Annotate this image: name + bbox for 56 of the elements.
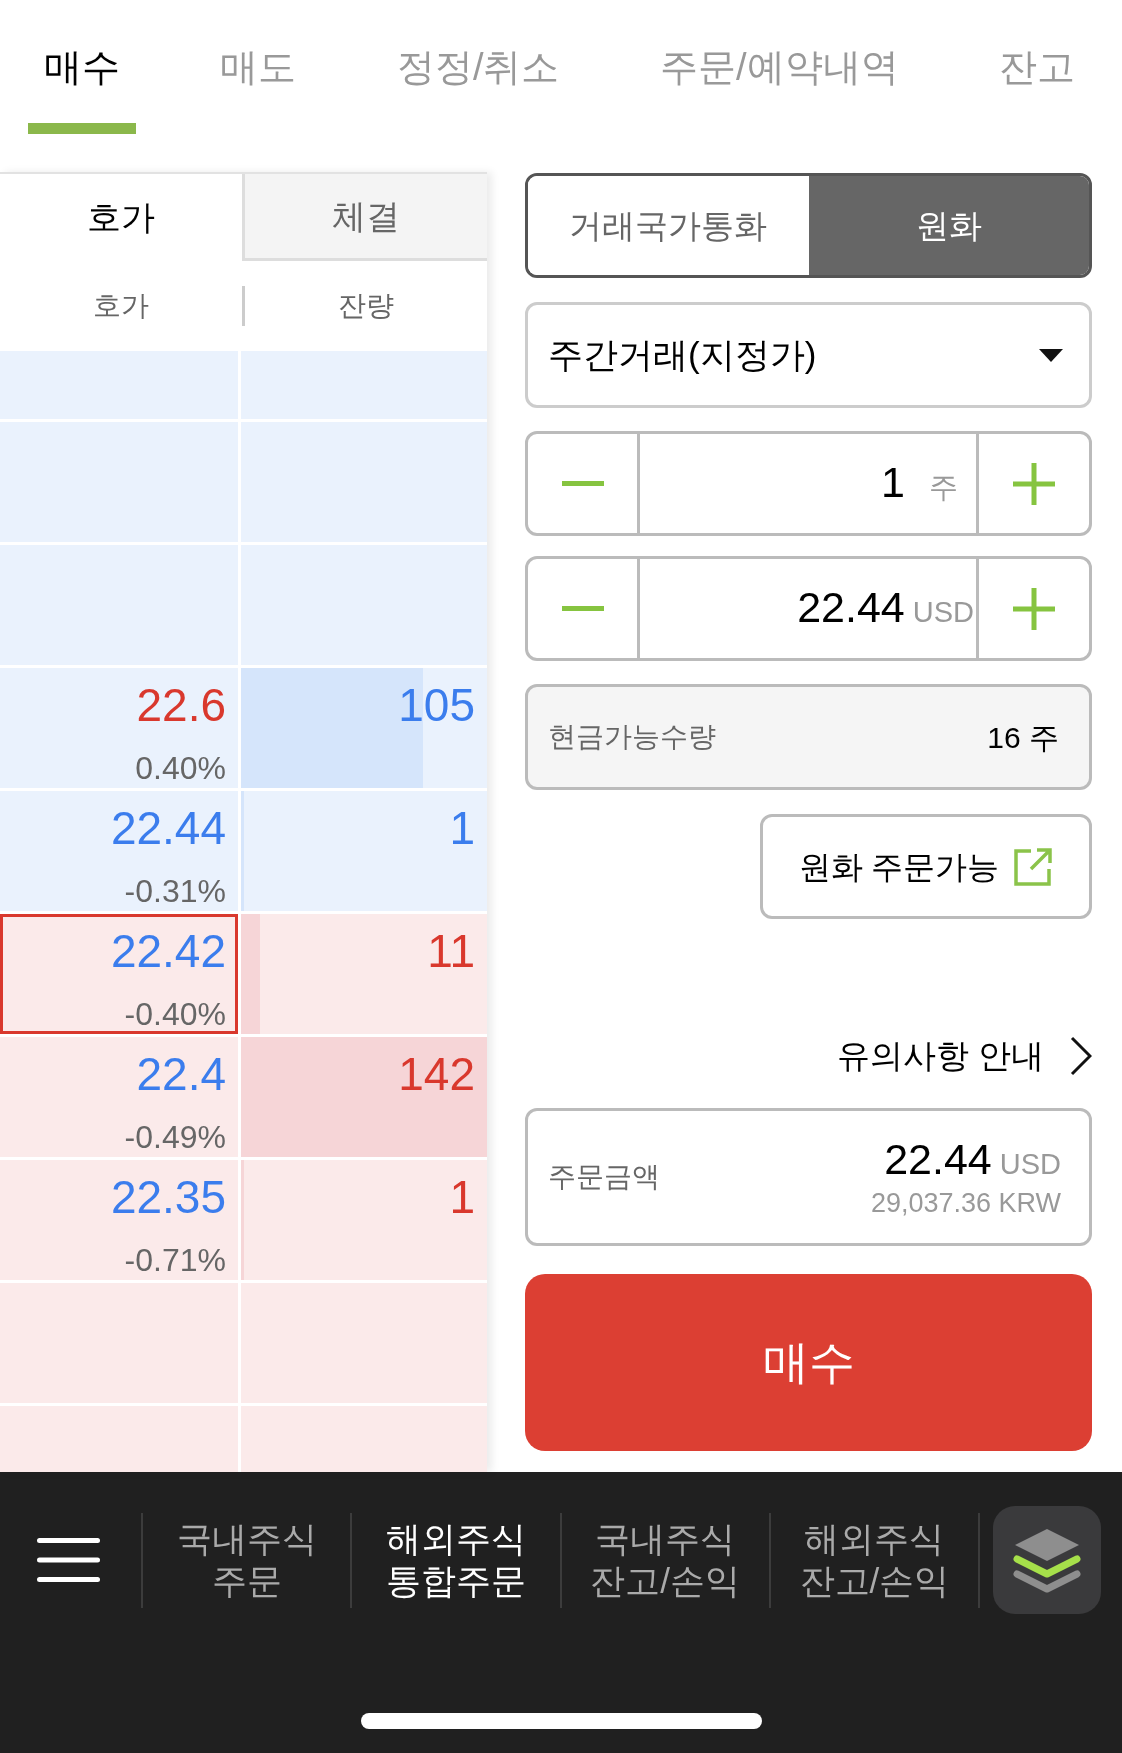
unit-label: USD [912, 595, 974, 630]
nav-item[interactable]: 해외주식 잔고/손익 [770, 1506, 978, 1614]
remaining-quantity: 11 [427, 925, 475, 978]
order-tab[interactable]: 매수 [28, 0, 136, 134]
order-price: 22.4 [136, 1048, 226, 1101]
minus-icon [561, 481, 604, 486]
quantity-field[interactable]: 1 주 [637, 434, 979, 533]
minus-icon [561, 606, 604, 611]
layers-button[interactable] [993, 1506, 1101, 1614]
available-quantity-label: 현금가능수량 [548, 720, 716, 754]
price-field[interactable]: 22.44 USD [637, 559, 979, 658]
order-price: 22.42 [110, 925, 226, 978]
converted-amount: 29,037.36 KRW [870, 1187, 1061, 1221]
order-book-tab[interactable]: 호가 [0, 174, 242, 261]
quantity-value: 1 [881, 457, 905, 508]
unit-label: USD [999, 1146, 1061, 1182]
column-header: 호가 [93, 289, 149, 323]
order-amount-label: 주문금액 [548, 1160, 660, 1194]
change-rate: -0.71% [124, 1241, 226, 1279]
buy-button[interactable]: 매수 [525, 1274, 1092, 1451]
price-cell[interactable]: 22.42 -0.40% [0, 914, 238, 1034]
column-header: 잔량 [338, 289, 394, 323]
order-book-tab[interactable]: 체결 [242, 174, 487, 261]
price-cell[interactable]: 22.44 -0.31% [0, 791, 238, 911]
price-cell[interactable]: 22.4 -0.49% [0, 1037, 238, 1157]
layers-icon [1013, 1527, 1081, 1593]
krw-orderable-button[interactable]: 원화 주문가능 [760, 814, 1092, 919]
unit-label: 주 [929, 470, 958, 505]
nav-item[interactable]: 국내주식 잔고/손익 [561, 1506, 769, 1614]
price-value: 22.44 [797, 582, 905, 633]
plus-icon [1013, 587, 1055, 630]
change-rate: -0.31% [124, 872, 226, 910]
price-cell[interactable]: 22.35 -0.71% [0, 1160, 238, 1280]
change-rate: 0.40% [135, 749, 226, 787]
nav-item[interactable]: 해외주식 통합주문 [352, 1506, 560, 1614]
order-price: 22.35 [110, 1171, 226, 1224]
remaining-quantity: 1 [449, 802, 475, 855]
notice-link[interactable]: 유의사항 안내 [836, 1032, 1092, 1080]
order-type-dropdown[interactable]: 주간거래(지정가) [525, 302, 1092, 408]
remaining-quantity: 1 [449, 1171, 475, 1224]
external-link-icon [1013, 846, 1054, 887]
order-price: 22.6 [136, 679, 226, 732]
order-amount-value: 22.44 [884, 1133, 992, 1184]
caret-down-icon [1039, 348, 1063, 362]
change-rate: -0.49% [124, 1118, 226, 1156]
chevron-right-icon [1070, 1036, 1092, 1076]
currency-option[interactable]: 원화 [808, 176, 1089, 275]
available-quantity-value: 16 주 [987, 719, 1059, 756]
order-price: 22.44 [110, 802, 226, 855]
price-cell[interactable]: 22.6 0.40% [0, 668, 238, 788]
remaining-quantity: 105 [398, 679, 475, 732]
menu-icon [37, 1538, 100, 1582]
nav-item[interactable]: 국내주식 주문 [143, 1506, 351, 1614]
remaining-quantity: 142 [398, 1048, 475, 1101]
plus-icon [1013, 462, 1055, 505]
change-rate: -0.40% [124, 995, 226, 1033]
